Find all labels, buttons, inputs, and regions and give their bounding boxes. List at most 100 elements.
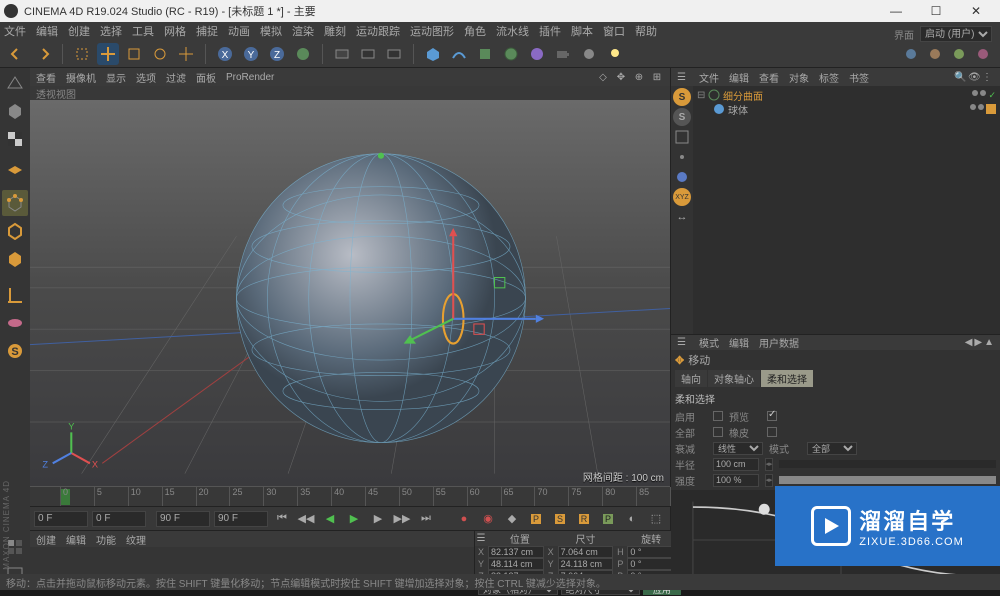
camera-button[interactable]	[552, 43, 574, 65]
axis-button[interactable]	[2, 282, 28, 308]
menu-mograph[interactable]: 运动图形	[410, 23, 454, 39]
enable-icon[interactable]: ✓	[988, 90, 996, 101]
snap-sphere-icon[interactable]	[673, 168, 691, 186]
menu-mesh[interactable]: 网格	[164, 23, 186, 39]
key-extra2-button[interactable]: ⬚	[646, 510, 666, 528]
mat-tab-edit[interactable]: 编辑	[66, 532, 86, 547]
render-settings-button[interactable]	[383, 43, 405, 65]
light-button[interactable]	[578, 43, 600, 65]
autokey-button[interactable]: ◉	[478, 510, 498, 528]
tag-phong-icon[interactable]	[986, 104, 996, 114]
prev-frame-button[interactable]: ◀	[320, 510, 340, 528]
snap-arrow-icon[interactable]: ↔	[673, 208, 691, 226]
object-name[interactable]: 球体	[728, 102, 748, 117]
scale-tool[interactable]	[123, 43, 145, 65]
menu-edit[interactable]: 编辑	[36, 23, 58, 39]
menu-pipeline[interactable]: 流水线	[496, 23, 529, 39]
y-axis-button[interactable]: Y	[240, 43, 262, 65]
points-mode-button[interactable]	[2, 190, 28, 216]
environment-button[interactable]	[526, 43, 548, 65]
make-editable-button[interactable]	[2, 70, 28, 96]
menu-tracker[interactable]: 运动跟踪	[356, 23, 400, 39]
vp-nav1-icon[interactable]: ◇	[596, 70, 610, 84]
generator-button[interactable]	[474, 43, 496, 65]
edges-mode-button[interactable]	[2, 218, 28, 244]
object-subdiv[interactable]: ⊟ 细分曲面 ✓	[697, 88, 996, 102]
attr-tab-objaxis[interactable]: 对象轴心	[708, 370, 760, 387]
key-extra-button[interactable]: ◐	[622, 510, 642, 528]
menu-create[interactable]: 创建	[68, 23, 90, 39]
z-axis-button[interactable]: Z	[266, 43, 288, 65]
object-sphere[interactable]: 球体	[697, 102, 996, 116]
attr-menu-mode[interactable]: 模式	[699, 335, 719, 350]
vis-render-icon[interactable]	[978, 104, 984, 110]
mat-tab-texture[interactable]: 纹理	[126, 532, 146, 547]
vp-tab-filter[interactable]: 过滤	[166, 70, 186, 85]
obj-menu-object[interactable]: 对象	[789, 70, 809, 85]
vis-editor-icon[interactable]	[970, 104, 976, 110]
strength-spinner[interactable]: ◂▸	[765, 474, 773, 487]
radius-spinner[interactable]: ◂▸	[765, 458, 773, 471]
redo-button[interactable]	[32, 43, 54, 65]
obj-menu-view[interactable]: 查看	[759, 70, 779, 85]
obj-menu-bookmarks[interactable]: 书签	[849, 70, 869, 85]
obj-menu-edit[interactable]: 编辑	[729, 70, 749, 85]
frame-start[interactable]: 0 F	[92, 511, 146, 527]
attr-nav-up[interactable]: ▲	[984, 337, 994, 348]
last-tool[interactable]	[175, 43, 197, 65]
radius-slider[interactable]	[779, 460, 996, 468]
menu-plugins[interactable]: 插件	[539, 23, 561, 39]
x-axis-button[interactable]: X	[214, 43, 236, 65]
viewport-3d[interactable]: X Y Z	[30, 100, 670, 486]
key-rot-button[interactable]: R	[574, 510, 594, 528]
timeline[interactable]: 051015202530354045505560657075808590	[30, 486, 670, 506]
content-button-1[interactable]	[900, 43, 922, 65]
menu-simulate[interactable]: 模拟	[260, 23, 282, 39]
snap-point-icon[interactable]	[673, 148, 691, 166]
expand-icon[interactable]: ⊟	[697, 90, 705, 101]
snap-grid-icon[interactable]	[673, 128, 691, 146]
content-button-4[interactable]	[972, 43, 994, 65]
attr-tab-axis[interactable]: 轴向	[675, 370, 707, 387]
obj-menu-file[interactable]: 文件	[699, 70, 719, 85]
frame-end-b[interactable]: 90 F	[214, 511, 268, 527]
vp-tab-display[interactable]: 显示	[106, 70, 126, 85]
vp-nav3-icon[interactable]: ⊕	[632, 70, 646, 84]
snap-mode-icon[interactable]: S	[673, 108, 691, 126]
coord-pos[interactable]: 48.114 cm	[488, 558, 544, 570]
eye-icon[interactable]: 👁	[968, 72, 980, 83]
menu-window[interactable]: 窗口	[603, 23, 625, 39]
object-name[interactable]: 细分曲面	[723, 88, 763, 103]
frame-current[interactable]: 0 F	[34, 511, 88, 527]
menu-select[interactable]: 选择	[100, 23, 122, 39]
minimize-button[interactable]: —	[876, 1, 916, 21]
next-frame-button[interactable]: ▶	[368, 510, 388, 528]
coord-system-button[interactable]	[292, 43, 314, 65]
vp-tab-camera[interactable]: 摄像机	[66, 70, 96, 85]
close-button[interactable]: ✕	[956, 1, 996, 21]
vp-nav4-icon[interactable]: ⊞	[650, 70, 664, 84]
menu-icon[interactable]: ⋮	[982, 72, 994, 83]
undo-button[interactable]	[6, 43, 28, 65]
maximize-button[interactable]: ☐	[916, 1, 956, 21]
menu-animate[interactable]: 动画	[228, 23, 250, 39]
vis-render-icon[interactable]	[980, 90, 986, 96]
vp-nav2-icon[interactable]: ✥	[614, 70, 628, 84]
frame-end-a[interactable]: 90 F	[156, 511, 210, 527]
object-tree[interactable]: S S XYZ ↔ ⊟ 细分曲面 ✓ 球体	[671, 86, 1000, 334]
menu-snap[interactable]: 捕捉	[196, 23, 218, 39]
vp-tab-prorender[interactable]: ProRender	[226, 72, 274, 83]
render-region-button[interactable]	[357, 43, 379, 65]
select-tool[interactable]	[71, 43, 93, 65]
radius-field[interactable]: 100 cm	[713, 458, 759, 471]
mode-select[interactable]: 全部	[807, 442, 857, 455]
falloff-select[interactable]: 线性	[713, 442, 763, 455]
snap-toggle-icon[interactable]: S	[673, 88, 691, 106]
attr-menu-edit[interactable]: 编辑	[729, 335, 749, 350]
key-param-button[interactable]: P	[598, 510, 618, 528]
clamp-checkbox[interactable]	[767, 427, 777, 437]
vis-editor-icon[interactable]	[972, 90, 978, 96]
menu-tools[interactable]: 工具	[132, 23, 154, 39]
menu-character[interactable]: 角色	[464, 23, 486, 39]
obj-menu-tags[interactable]: 标签	[819, 70, 839, 85]
